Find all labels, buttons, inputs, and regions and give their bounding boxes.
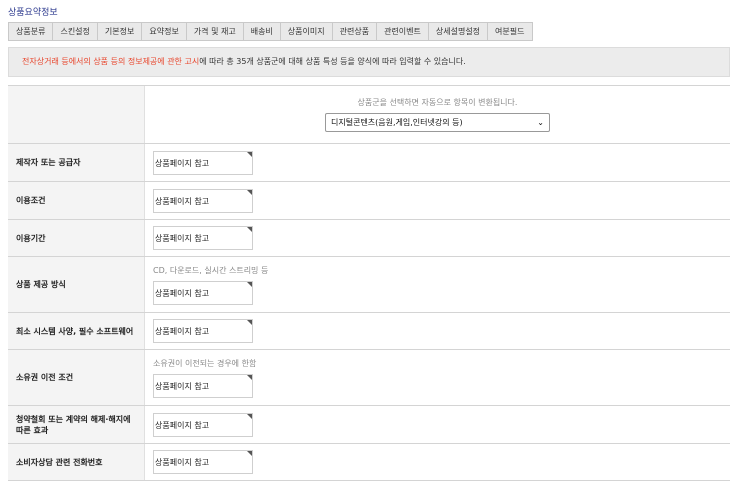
tab-related-events[interactable]: 관련이벤트 [376,22,429,41]
info-cell: 상품페이지 참고 [145,144,730,181]
info-label: 제작자 또는 공급자 [8,144,145,181]
product-group-hint: 상품군을 선택하면 자동으로 항목이 변환됩니다. [357,98,518,107]
product-group-box: 상품군을 선택하면 자동으로 항목이 변환됩니다. 디지털콘텐츠(음원,게임,인… [153,86,722,143]
tab-bar: 상품분류 스킨설정 기본정보 요약정보 가격 및 재고 배송비 상품이미지 관련… [8,22,533,41]
tab-skin[interactable]: 스킨설정 [52,22,98,41]
notice-text: 에 따라 총 35개 상품군에 대해 상품 특성 등을 양식에 따라 입력할 수… [199,57,466,66]
info-label: 이용기간 [8,220,145,256]
info-hint: 소유권이 이전되는 경우에 한함 [153,358,257,368]
info-input-system-requirements[interactable]: 상품페이지 참고 [153,319,253,343]
info-input-terms[interactable]: 상품페이지 참고 [153,188,253,213]
info-row: 이용기간 상품페이지 참고 [8,220,730,257]
tab-product-image[interactable]: 상품이미지 [279,22,333,41]
tab-extra-fields[interactable]: 여분필드 [487,22,533,41]
summary-info-table: 상품군을 선택하면 자동으로 항목이 변환됩니다. 디지털콘텐츠(음원,게임,인… [8,85,730,481]
info-cell: 상품페이지 참고 [145,220,730,256]
info-input-manufacturer[interactable]: 상품페이지 참고 [153,150,253,175]
info-input-phone[interactable]: 상품페이지 참고 [153,450,253,474]
info-input-ownership[interactable]: 상품페이지 참고 [153,373,253,398]
info-label: 소유권 이전 조건 [8,350,145,405]
info-row: 소비자상담 관련 전화번호 상품페이지 참고 [8,444,730,481]
info-label: 이용조건 [8,182,145,219]
info-input-withdrawal[interactable]: 상품페이지 참고 [153,412,253,437]
tab-detail-settings[interactable]: 상세설명설정 [427,22,489,41]
product-group-row: 상품군을 선택하면 자동으로 항목이 변환됩니다. 디지털콘텐츠(음원,게임,인… [8,86,730,144]
info-cell: 상품페이지 참고 [145,406,730,443]
info-cell: 상품페이지 참고 [145,313,730,349]
notice-box: 전자상거래 등에서의 상품 등의 정보제공에 관한 고시에 따라 총 35개 상… [8,47,730,77]
info-input-period[interactable]: 상품페이지 참고 [153,226,253,250]
info-cell: 상품페이지 참고 [145,182,730,219]
info-hint: CD, 다운로드, 실시간 스트리밍 등 [153,265,269,275]
notice-link[interactable]: 전자상거래 등에서의 상품 등의 정보제공에 관한 고시 [22,57,199,66]
product-group-selected: 디지털콘텐츠(음원,게임,인터넷강의 등) [331,118,463,127]
info-row: 이용조건 상품페이지 참고 [8,182,730,220]
info-row: 상품 제공 방식 CD, 다운로드, 실시간 스트리밍 등 상품페이지 참고 [8,257,730,313]
tab-shipping[interactable]: 배송비 [242,22,281,41]
tab-basic-info[interactable]: 기본정보 [96,22,143,41]
tab-category[interactable]: 상품분류 [8,22,54,41]
info-row: 소유권 이전 조건 소유권이 이전되는 경우에 한함 상품페이지 참고 [8,350,730,406]
product-group-select[interactable]: 디지털콘텐츠(음원,게임,인터넷강의 등) ⌄ [325,113,550,132]
product-group-cell: 상품군을 선택하면 자동으로 항목이 변환됩니다. 디지털콘텐츠(음원,게임,인… [145,86,730,143]
tab-related-products[interactable]: 관련상품 [331,22,378,41]
section-title: 상품요약정보 [8,8,58,18]
info-cell: 소유권이 이전되는 경우에 한함 상품페이지 참고 [145,350,730,405]
info-cell: CD, 다운로드, 실시간 스트리밍 등 상품페이지 참고 [145,257,730,312]
product-group-label-cell [8,86,145,143]
info-row: 제작자 또는 공급자 상품페이지 참고 [8,144,730,182]
info-input-delivery-method[interactable]: 상품페이지 참고 [153,280,253,305]
tab-summary-info[interactable]: 요약정보 [141,22,187,41]
info-label: 상품 제공 방식 [8,257,145,312]
tab-price-stock[interactable]: 가격 및 재고 [185,22,244,41]
info-row: 청약철회 또는 계약의 해제·해지에 따른 효과 상품페이지 참고 [8,406,730,444]
info-label: 소비자상담 관련 전화번호 [8,444,145,480]
info-label: 최소 시스템 사양, 필수 소프트웨어 [8,313,145,349]
info-label: 청약철회 또는 계약의 해제·해지에 따른 효과 [8,406,145,443]
chevron-down-icon: ⌄ [537,118,544,127]
info-cell: 상품페이지 참고 [145,444,730,480]
info-row: 최소 시스템 사양, 필수 소프트웨어 상품페이지 참고 [8,313,730,350]
